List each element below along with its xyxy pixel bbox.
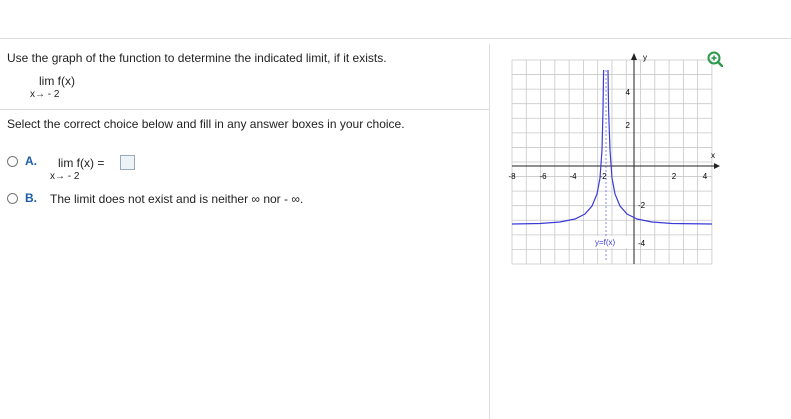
curve-label: y=f(x)	[595, 238, 616, 247]
limit-expression: lim f(x)	[39, 74, 75, 88]
choice-a-subscript: x→ - 2	[50, 171, 80, 182]
panel-divider	[489, 44, 490, 419]
graph-grid	[511, 59, 713, 265]
section-divider	[0, 109, 489, 110]
choice-a-expression: lim f(x) =	[58, 156, 105, 170]
y-tick-label: 4	[626, 88, 631, 97]
x-tick-label: 4	[703, 172, 708, 181]
limit-subscript: x→ - 2	[30, 89, 60, 100]
x-tick-label: -6	[539, 172, 547, 181]
y-tick-label: -2	[638, 201, 646, 210]
choice-a-letter: A.	[25, 154, 37, 168]
function-graph: x y -8 -6 -4 -2 2 4 4 2 -2 -4 y=f(x)	[508, 53, 720, 265]
y-tick-label: 2	[626, 121, 631, 130]
instruction-text: Select the correct choice below and fill…	[7, 117, 405, 131]
curve-left-branch	[511, 69, 605, 225]
y-axis	[631, 53, 637, 264]
choice-a-radio[interactable]	[7, 156, 18, 167]
x-tick-label: -8	[508, 172, 516, 181]
x-tick-label: 2	[672, 172, 677, 181]
y-tick-label: -4	[638, 239, 646, 248]
choice-b-letter: B.	[25, 191, 37, 205]
choice-b-radio[interactable]	[7, 193, 18, 204]
zoom-in-icon[interactable]	[707, 51, 724, 68]
answer-box[interactable]	[120, 155, 135, 170]
y-axis-label: y	[643, 53, 647, 62]
choice-b-text: The limit does not exist and is neither …	[50, 192, 304, 206]
x-axis	[512, 163, 720, 169]
top-divider	[0, 38, 791, 39]
x-axis-label: x	[711, 151, 715, 160]
question-prompt: Use the graph of the function to determi…	[7, 51, 387, 65]
curve-right-branch	[607, 69, 713, 225]
x-tick-label: -4	[569, 172, 577, 181]
